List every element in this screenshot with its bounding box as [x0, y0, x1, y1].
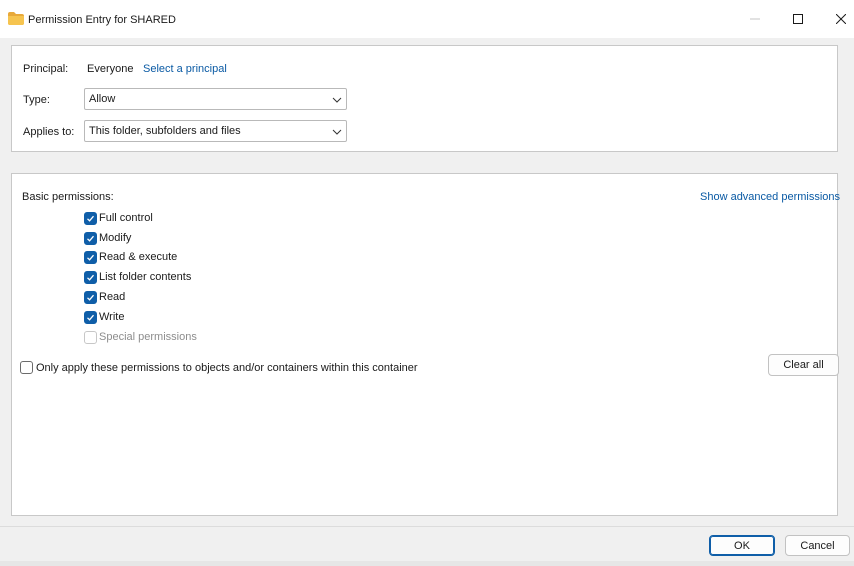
clear-all-button[interactable]: Clear all: [768, 354, 839, 376]
minimize-icon: [750, 18, 760, 20]
checkbox-checked-icon[interactable]: [84, 290, 97, 304]
folder-icon: [8, 12, 24, 25]
applies-to-dropdown[interactable]: This folder, subfolders and files: [84, 120, 347, 142]
footer-divider: [0, 526, 854, 527]
background-window-sliver: [0, 561, 854, 566]
permission-label: Special permissions: [99, 331, 197, 343]
only-apply-label: Only apply these permissions to objects …: [36, 361, 418, 374]
permission-read[interactable]: Read: [84, 289, 125, 305]
chevron-down-icon: [332, 129, 342, 135]
applies-to-selected-value: This folder, subfolders and files: [89, 125, 241, 137]
basic-permissions-header: Basic permissions:: [22, 191, 114, 203]
only-apply-checkbox-row[interactable]: Only apply these permissions to objects …: [20, 361, 418, 374]
permission-full-control[interactable]: Full control: [84, 210, 153, 226]
type-label: Type:: [23, 94, 50, 106]
principal-panel: Principal: Everyone Select a principal T…: [11, 45, 838, 152]
type-dropdown[interactable]: Allow: [84, 88, 347, 110]
ok-button[interactable]: OK: [709, 535, 775, 556]
maximize-icon: [793, 14, 803, 24]
checkbox-checked-icon[interactable]: [84, 270, 97, 284]
checkbox-checked-icon[interactable]: [84, 231, 97, 245]
permission-label: List folder contents: [99, 271, 192, 283]
applies-to-label: Applies to:: [23, 126, 75, 138]
checkbox-unchecked-icon[interactable]: [20, 361, 33, 374]
permission-write[interactable]: Write: [84, 309, 124, 325]
window-title: Permission Entry for SHARED: [28, 14, 176, 26]
checkbox-disabled-icon: [84, 330, 97, 344]
maximize-button[interactable]: [776, 0, 820, 38]
close-icon: [836, 14, 846, 24]
permission-entry-dialog: Permission Entry for SHARED Principal: E…: [0, 0, 854, 566]
checkbox-checked-icon[interactable]: [84, 310, 97, 324]
checkbox-checked-icon[interactable]: [84, 250, 97, 264]
chevron-down-icon: [332, 97, 342, 103]
permission-special: Special permissions: [84, 329, 197, 345]
select-principal-link[interactable]: Select a principal: [143, 63, 227, 75]
principal-value: Everyone: [87, 63, 134, 75]
principal-label: Principal:: [23, 63, 69, 75]
permission-read-execute[interactable]: Read & execute: [84, 249, 177, 265]
cancel-button[interactable]: Cancel: [785, 535, 850, 556]
permission-modify[interactable]: Modify: [84, 230, 131, 246]
permission-label: Full control: [99, 212, 153, 224]
permission-label: Read: [99, 291, 126, 303]
permission-label: Modify: [99, 232, 132, 244]
checkbox-checked-icon[interactable]: [84, 211, 97, 225]
permission-label: Read & execute: [99, 251, 178, 263]
title-bar: Permission Entry for SHARED: [0, 0, 854, 38]
show-advanced-permissions-link[interactable]: Show advanced permissions: [700, 191, 840, 203]
minimize-button[interactable]: [733, 0, 777, 38]
type-selected-value: Allow: [89, 93, 116, 105]
close-button[interactable]: [819, 0, 854, 38]
permission-list-folder-contents[interactable]: List folder contents: [84, 269, 191, 285]
permission-label: Write: [99, 311, 125, 323]
